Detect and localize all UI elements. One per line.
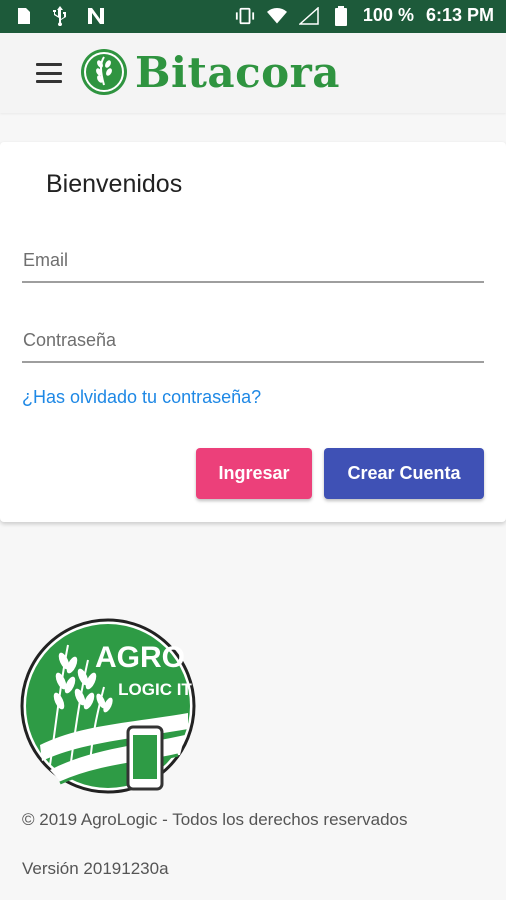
logic-it-text: LOGIC IT — [118, 680, 192, 699]
usb-icon — [50, 6, 70, 26]
password-field[interactable] — [22, 324, 484, 363]
welcome-heading: Bienvenidos — [46, 170, 183, 198]
app-bar: Bitacora — [0, 33, 506, 113]
n-icon — [86, 6, 106, 26]
app-title: Bitacora — [135, 47, 340, 97]
create-account-button[interactable]: Crear Cuenta — [324, 448, 484, 499]
email-field[interactable] — [22, 244, 484, 283]
login-button[interactable]: Ingresar — [196, 448, 312, 499]
signal-icon — [298, 6, 319, 26]
agro-text: AGRO — [95, 641, 185, 674]
battery-icon — [331, 5, 351, 26]
clock: 6:13 PM — [425, 5, 494, 25]
email-field-wrapper — [22, 244, 484, 283]
menu-icon[interactable] — [34, 59, 64, 87]
battery-level: 100 % — [362, 5, 414, 25]
forgot-password-link[interactable]: ¿Has olvidado tu contraseña? — [22, 387, 261, 408]
version-text: Versión 20191230a — [22, 859, 169, 878]
app-logo: Bitacora — [79, 47, 340, 97]
copyright-text: © 2019 AgroLogic - Todos los derechos re… — [22, 810, 408, 829]
sim-icon — [14, 6, 34, 26]
agrologic-logo: AGRO LOGIC IT — [20, 618, 196, 794]
wheat-leaf-icon — [81, 49, 127, 95]
wifi-icon — [266, 6, 287, 26]
status-bar: 100 % 6:13 PM — [0, 0, 506, 33]
login-card: Bienvenidos ¿Has olvidado tu contraseña?… — [0, 142, 506, 522]
vibrate-icon — [235, 6, 255, 26]
password-field-wrapper — [22, 324, 484, 363]
